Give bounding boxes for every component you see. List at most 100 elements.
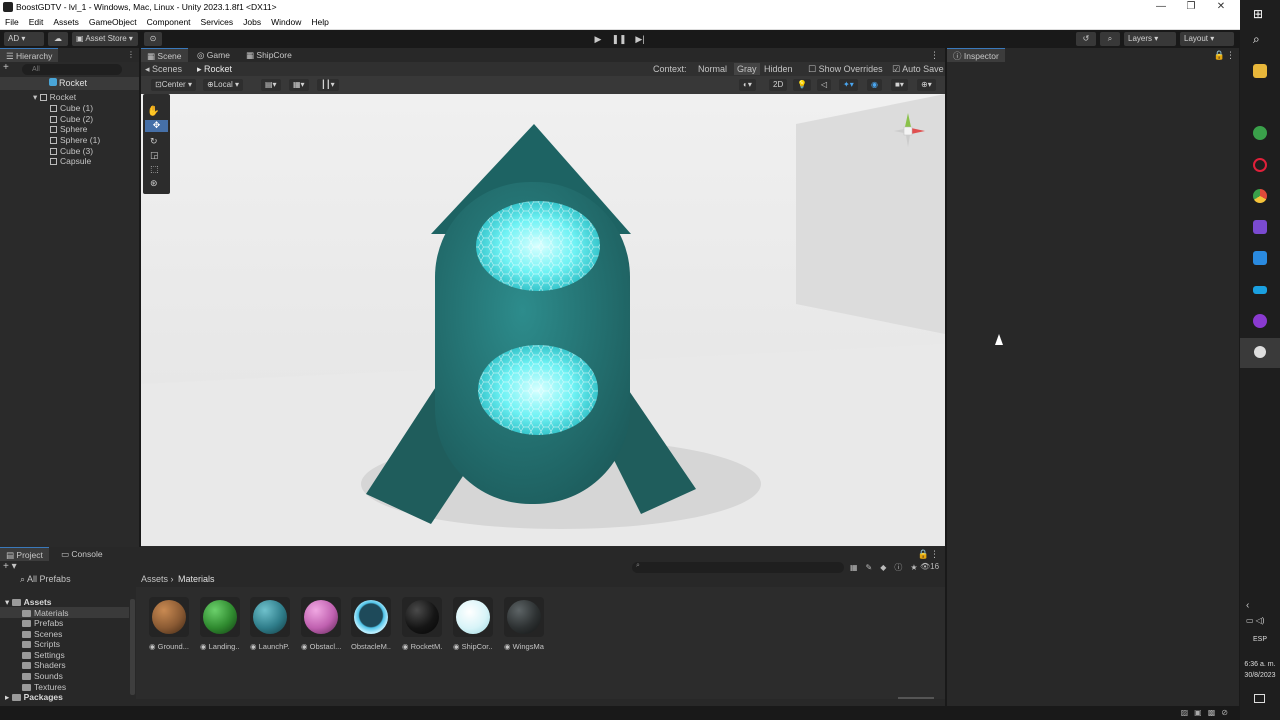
clock-time[interactable]: 6:36 a. m. xyxy=(1240,661,1280,668)
scene-viewport[interactable]: ✋ ✥ ↻ ◲ ⬚ ⊛ xyxy=(141,94,945,546)
tab-project[interactable]: ▤ Project xyxy=(0,547,49,561)
gizmos-icon[interactable]: ⊕▾ xyxy=(917,79,936,91)
more-icon[interactable]: ⋮ xyxy=(1226,50,1235,61)
space-dropdown[interactable]: ⊕Local ▾ xyxy=(203,79,244,91)
effects-icon[interactable]: ✦▾ xyxy=(839,79,858,91)
move-tool-icon[interactable]: ✥ xyxy=(145,120,168,132)
menu-edit[interactable]: Edit xyxy=(24,15,49,29)
folder-scenes[interactable]: Scenes xyxy=(22,629,62,639)
app-icon[interactable] xyxy=(1253,286,1267,294)
tab-game[interactable]: ◎ Game xyxy=(191,48,236,62)
chevron-left-icon[interactable]: ‹ xyxy=(1246,600,1249,611)
tree-item[interactable]: Sphere xyxy=(50,124,87,134)
opera-icon[interactable] xyxy=(1253,158,1267,172)
play-button[interactable]: ▶ xyxy=(589,32,607,46)
lock-icon[interactable]: 🔒 xyxy=(1214,50,1225,61)
asset-store-button[interactable]: ▣ Asset Store ▾ xyxy=(72,32,138,46)
restore-button[interactable]: ❐ xyxy=(1176,0,1206,15)
material-tile[interactable]: ◉ Obstacl... xyxy=(301,597,341,651)
tree-item[interactable]: Capsule xyxy=(50,156,91,166)
rotate-tool-icon[interactable]: ↻ xyxy=(150,136,158,147)
tree-item[interactable]: Cube (3) xyxy=(50,146,93,156)
folder-scripts[interactable]: Scripts xyxy=(22,639,60,649)
file-explorer-icon[interactable] xyxy=(1253,64,1267,78)
tab-inspector[interactable]: ⓘ Inspector xyxy=(947,48,1005,62)
visual-studio-icon[interactable] xyxy=(1253,220,1267,234)
cloud-icon[interactable]: ☁ xyxy=(48,32,68,46)
lock-icon[interactable]: 🔒 xyxy=(918,549,929,560)
grid-icon[interactable]: ▦▾ xyxy=(289,79,309,91)
material-tile[interactable]: ◉ RocketM... xyxy=(402,597,442,651)
folder-materials[interactable]: Materials xyxy=(0,607,129,618)
tree-item[interactable]: Cube (1) xyxy=(50,103,93,113)
layers-dropdown[interactable]: Layers ▾ xyxy=(1124,32,1176,46)
tab-hierarchy[interactable]: ☰ Hierarchy xyxy=(0,48,59,62)
material-tile[interactable]: ◉ WingsMat xyxy=(504,597,544,651)
material-tile[interactable]: ◉ ShipCor... xyxy=(453,597,493,651)
2d-toggle[interactable]: 2D xyxy=(769,79,788,91)
tree-item[interactable]: ▾ Rocket xyxy=(33,92,76,103)
layout-dropdown[interactable]: Layout ▾ xyxy=(1180,32,1234,46)
network-volume-icon[interactable]: ▭ ◁) xyxy=(1246,616,1265,625)
menu-services[interactable]: Services xyxy=(196,15,239,29)
transform-tool-icon[interactable]: ⊛ xyxy=(150,178,158,189)
pause-button[interactable]: ❚❚ xyxy=(610,32,628,46)
hierarchy-search-input[interactable]: All xyxy=(22,64,122,75)
close-button[interactable]: ✕ xyxy=(1206,0,1236,15)
menu-assets[interactable]: Assets xyxy=(48,15,84,29)
folder-sounds[interactable]: Sounds xyxy=(22,671,63,681)
zoom-slider[interactable] xyxy=(898,697,934,699)
notifications-icon[interactable] xyxy=(1254,694,1265,703)
context-hidden[interactable]: Hidden xyxy=(764,64,793,74)
hand-tool-icon[interactable]: ✋ xyxy=(147,106,159,117)
more-icon[interactable]: ⋮ xyxy=(127,50,135,59)
context-normal[interactable]: Normal xyxy=(698,64,727,74)
tab-console[interactable]: ▭ Console xyxy=(55,547,109,561)
scene-root-row[interactable]: Rocket xyxy=(0,77,139,90)
windows-start-icon[interactable]: ⊞ xyxy=(1253,7,1267,21)
breadcrumb-rocket[interactable]: ▸ Rocket xyxy=(197,64,232,75)
breadcrumb-assets[interactable]: Assets › xyxy=(141,574,174,584)
material-tile[interactable]: ◉ LaunchP... xyxy=(250,597,290,651)
more-icon[interactable]: ⋮ xyxy=(930,50,939,61)
scale-tool-icon[interactable]: ◲ xyxy=(150,150,159,161)
audio-icon[interactable]: ◁ xyxy=(817,79,832,91)
collab-icon[interactable]: ⊙ xyxy=(144,32,162,46)
material-tile[interactable]: ObstacleM... xyxy=(351,597,391,651)
language-indicator[interactable]: ESP xyxy=(1240,636,1280,643)
menu-jobs[interactable]: Jobs xyxy=(238,15,266,29)
shading-mode-icon[interactable]: ◐▾ xyxy=(739,79,756,91)
search-icon[interactable]: ⌕ xyxy=(1100,32,1120,46)
chrome-icon[interactable] xyxy=(1253,189,1267,203)
breadcrumb-materials[interactable]: Materials xyxy=(178,574,215,584)
folder-textures[interactable]: Textures xyxy=(22,682,66,692)
breadcrumb-scenes[interactable]: ◂ Scenes xyxy=(145,64,182,75)
camera-icon[interactable]: ■▾ xyxy=(891,79,908,91)
status-icons[interactable]: ▨▣▩⊘ xyxy=(1181,708,1234,717)
all-prefabs-item[interactable]: ⌕ All Prefabs xyxy=(20,574,71,585)
folder-settings[interactable]: Settings xyxy=(22,650,65,660)
history-icon[interactable]: ↺ xyxy=(1076,32,1096,46)
pivot-dropdown[interactable]: ⊡Center ▾ xyxy=(151,79,196,91)
project-search-input[interactable]: ⌕ xyxy=(632,562,844,573)
minimize-button[interactable]: — xyxy=(1146,0,1176,15)
github-icon[interactable] xyxy=(1253,314,1267,328)
menu-component[interactable]: Component xyxy=(142,15,196,29)
hidden-objects-icon[interactable]: ◉ xyxy=(867,79,882,91)
menu-file[interactable]: File xyxy=(0,15,24,29)
create-button[interactable]: + ▾ xyxy=(3,561,17,572)
vscode-icon[interactable] xyxy=(1253,251,1267,265)
add-button[interactable]: + xyxy=(3,63,13,74)
project-filter-icons[interactable]: ▦✎◆ⓘ★ xyxy=(850,562,926,573)
lighting-icon[interactable]: 💡 xyxy=(793,79,811,91)
app-icon[interactable] xyxy=(1253,126,1267,140)
search-icon[interactable]: ⌕ xyxy=(1253,32,1267,46)
tab-shipcore[interactable]: ▦ ShipCore xyxy=(240,48,298,62)
tab-scene[interactable]: ▦ Scene xyxy=(141,48,188,62)
tree-scrollbar[interactable] xyxy=(130,599,135,695)
material-tile[interactable]: ◉ Landing... xyxy=(200,597,240,651)
auto-save-toggle[interactable]: ☑ Auto Save xyxy=(892,64,944,75)
rect-tool-icon[interactable]: ⬚ xyxy=(150,164,159,175)
folder-shaders[interactable]: Shaders xyxy=(22,660,66,670)
grid-snap-icon[interactable]: ▤▾ xyxy=(261,79,281,91)
